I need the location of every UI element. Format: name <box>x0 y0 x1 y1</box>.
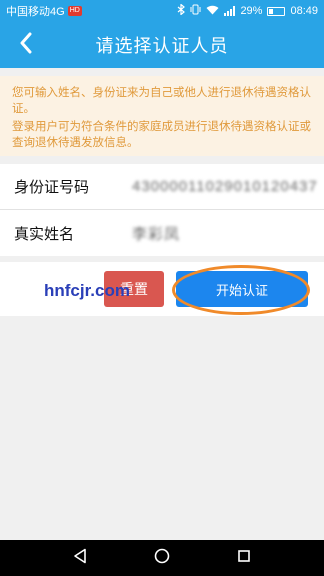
wifi-icon <box>206 5 219 18</box>
vibrate-icon <box>190 4 201 18</box>
page-title: 请选择认证人员 <box>95 36 229 56</box>
real-name-row[interactable]: 真实姓名 李彩凤 <box>0 210 324 256</box>
triangle-back-icon <box>73 548 87 569</box>
real-name-label: 真实姓名 <box>14 225 75 243</box>
system-recents-button[interactable] <box>232 546 256 570</box>
hd-badge: HD <box>67 6 82 16</box>
bluetooth-icon <box>177 3 186 18</box>
battery-icon <box>267 6 286 16</box>
notice-line-1: 您可输入姓名、身份证来为自己或他人进行退休待遇资格认证。 <box>12 87 311 115</box>
square-recents-icon <box>237 549 251 568</box>
nav-bar: 请选择认证人员 <box>0 22 324 68</box>
reset-button[interactable]: 重置 <box>104 271 164 307</box>
status-bar: 中国移动4G HD 29% 08:49 <box>0 0 324 22</box>
battery-percent: 29% <box>240 5 263 17</box>
back-button[interactable] <box>12 31 40 59</box>
signal-icon <box>224 6 236 16</box>
id-number-row[interactable]: 身份证号码 43000011029010120437 <box>0 164 324 210</box>
status-right: 29% 08:49 <box>177 3 318 18</box>
id-number-label: 身份证号码 <box>14 179 90 196</box>
status-left: 中国移动4G HD <box>6 3 82 19</box>
clock-text: 08:49 <box>290 5 318 17</box>
notice-box: 您可输入姓名、身份证来为自己或他人进行退休待遇资格认证。 登录用户可为符合条件的… <box>0 76 324 156</box>
identity-form: 身份证号码 43000011029010120437 真实姓名 李彩凤 <box>0 164 324 256</box>
circle-home-icon <box>154 548 170 569</box>
carrier-text: 中国移动4G <box>6 6 65 18</box>
system-nav-bar <box>0 540 324 576</box>
system-home-button[interactable] <box>150 546 174 570</box>
system-back-button[interactable] <box>68 546 92 570</box>
chevron-left-icon <box>19 32 33 59</box>
notice-line-2: 登录用户可为符合条件的家庭成员进行退休待遇资格认证或查询退休待遇发放信息。 <box>12 121 311 149</box>
action-bar: 重置 开始认证 hnfcjr.com <box>0 262 324 316</box>
start-auth-button[interactable]: 开始认证 <box>176 271 308 307</box>
id-number-field[interactable]: 43000011029010120437 <box>132 178 318 195</box>
real-name-field[interactable]: 李彩凤 <box>132 223 180 244</box>
